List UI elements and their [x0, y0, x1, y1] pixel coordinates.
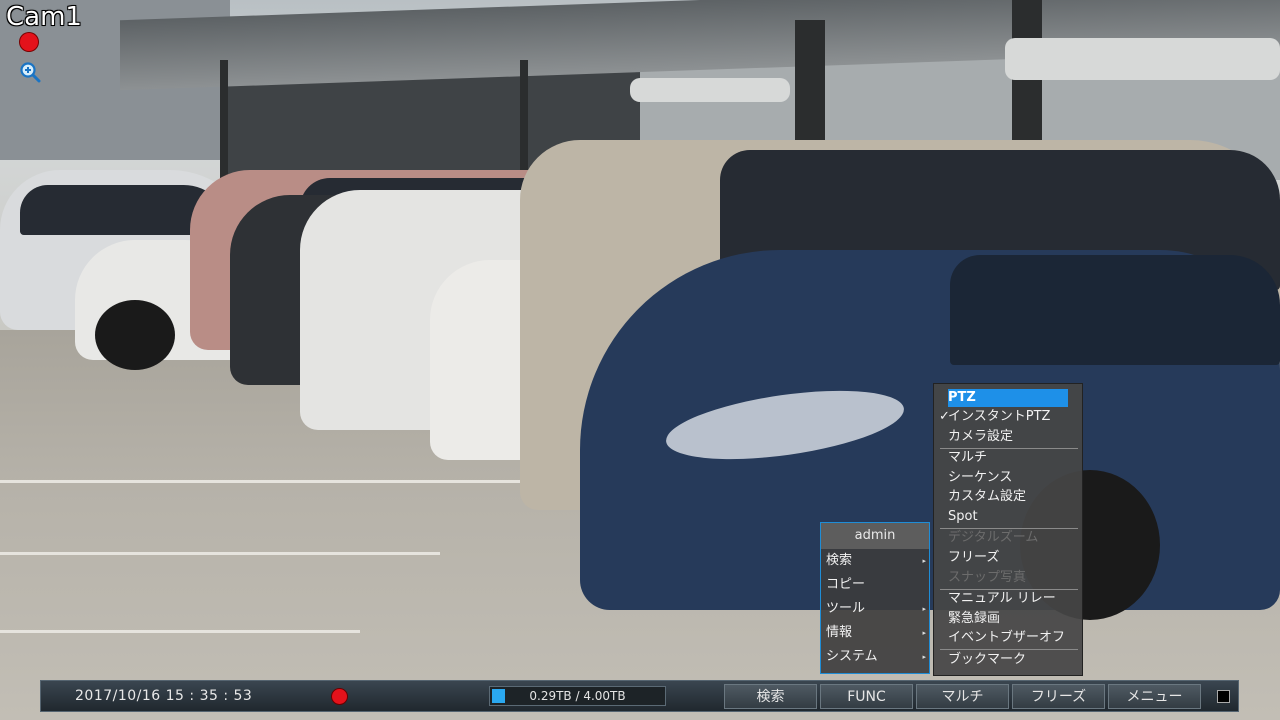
- menu-item-spot[interactable]: Spot: [948, 508, 978, 526]
- menu-item-event-buzzer-off[interactable]: イベントブザーオフ: [948, 629, 1065, 647]
- menu-item-label: コピー: [826, 577, 866, 592]
- menu-item-digital-zoom: デジタルズーム: [948, 530, 1039, 545]
- zoom-in-icon[interactable]: [19, 61, 41, 83]
- search-button[interactable]: 検索: [724, 684, 817, 709]
- main-menu-item-system[interactable]: システム ▸: [826, 646, 926, 668]
- submenu-arrow-icon: ▸: [922, 629, 926, 637]
- func-button[interactable]: FUNC: [820, 684, 913, 709]
- storage-usage-text: 0.29TB / 4.00TB: [529, 689, 626, 703]
- lot-stripe: [0, 480, 600, 483]
- multi-button[interactable]: マルチ: [916, 684, 1009, 709]
- camera-feed: [0, 0, 1280, 720]
- wheel: [95, 300, 175, 370]
- storage-usage-bar: 0.29TB / 4.00TB: [489, 686, 666, 706]
- menu-item-sequence[interactable]: シーケンス: [948, 469, 1012, 487]
- func-submenu: PTZ ✓ インスタントPTZ カメラ設定 マルチ シーケンス カスタム設定 Sp…: [933, 383, 1083, 676]
- submenu-arrow-icon: ▸: [922, 557, 926, 565]
- menu-item-bookmark[interactable]: ブックマーク: [948, 651, 1026, 669]
- submenu-arrow-icon: ▸: [922, 653, 926, 661]
- main-menu: admin 検索 ▸ コピー ツール ▸ 情報 ▸ システム ▸: [820, 522, 930, 674]
- record-indicator-icon: [20, 33, 38, 51]
- status-bar: 2017/10/16 15 : 35 : 53 0.29TB / 4.00TB …: [40, 680, 1239, 712]
- menu-item-camera-settings[interactable]: カメラ設定: [948, 428, 1013, 446]
- pipe: [630, 78, 790, 102]
- menu-item-snapshot: スナップ写真: [948, 570, 1027, 585]
- datetime-display: 2017/10/16 15 : 35 : 53: [75, 688, 253, 704]
- main-menu-item-copy[interactable]: コピー: [826, 574, 926, 596]
- menu-item-freeze[interactable]: フリーズ: [948, 549, 999, 567]
- menu-item-instant-ptz[interactable]: ✓ インスタントPTZ: [939, 408, 1051, 426]
- menu-user-header: admin: [821, 523, 929, 549]
- display-toggle-icon[interactable]: [1217, 690, 1230, 703]
- menu-item-manual-relay[interactable]: マニュアル リレー: [948, 590, 1056, 608]
- menu-item-label: インスタントPTZ: [948, 409, 1051, 424]
- pipe: [1005, 38, 1280, 80]
- check-icon: ✓: [939, 409, 950, 424]
- menu-item-emergency-record[interactable]: 緊急録画: [948, 610, 1000, 628]
- car-window: [950, 255, 1280, 365]
- main-menu-item-tools[interactable]: ツール ▸: [826, 598, 926, 620]
- menu-item-custom-settings[interactable]: カスタム設定: [948, 488, 1026, 506]
- main-menu-item-info[interactable]: 情報 ▸: [826, 622, 926, 644]
- freeze-button[interactable]: フリーズ: [1012, 684, 1105, 709]
- menu-item-multi[interactable]: マルチ: [948, 449, 987, 467]
- record-status-icon: [332, 689, 347, 704]
- menu-item-label: システム: [826, 649, 878, 664]
- submenu-arrow-icon: ▸: [922, 605, 926, 613]
- menu-item-label: 検索: [826, 553, 853, 568]
- camera-title: Cam1: [6, 2, 82, 32]
- menu-item-ptz[interactable]: PTZ: [948, 389, 1068, 407]
- menu-item-label: ツール: [826, 601, 866, 616]
- menu-item-label: 情報: [826, 625, 853, 640]
- lot-stripe: [0, 630, 360, 633]
- main-menu-item-search[interactable]: 検索 ▸: [826, 550, 926, 572]
- lot-stripe: [0, 552, 440, 555]
- menu-button[interactable]: メニュー: [1108, 684, 1201, 709]
- menu-separator: [940, 649, 1078, 650]
